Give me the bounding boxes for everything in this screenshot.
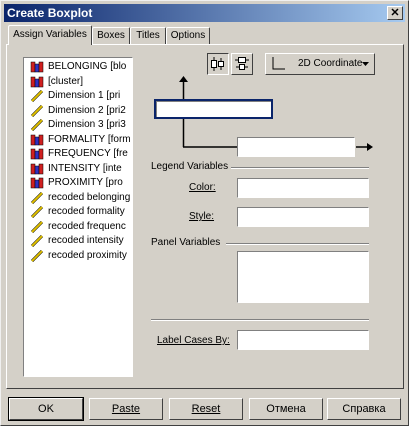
help-button[interactable]: Справка — [327, 398, 401, 420]
tab-boxes[interactable]: Boxes — [92, 27, 130, 44]
panel-variables-label: Panel Variables — [151, 237, 221, 248]
horizontal-boxplot-icon — [235, 57, 249, 70]
variable-label: Dimension 3 [pri3 — [48, 119, 126, 131]
variable-label: FREQUENCY [fre — [48, 148, 128, 160]
variable-label: recoded frequenc — [48, 220, 126, 232]
scale-icon — [30, 104, 44, 117]
y-axis-arrow-icon — [179, 76, 188, 82]
variable-label: Dimension 1 [pri — [48, 90, 121, 102]
variable-label: BELONGING [blo — [48, 61, 127, 73]
tab-assign-variables[interactable]: Assign Variables — [8, 25, 92, 45]
vertical-boxplot-icon — [211, 57, 224, 71]
coordinate-axis-icon — [272, 57, 285, 70]
cancel-button-label: Отмена — [266, 403, 306, 415]
coordinate-value: 2D Coordinate — [298, 58, 363, 69]
label-cases-divider — [151, 319, 369, 321]
scale-icon — [30, 235, 44, 248]
create-boxplot-dialog: Create Boxplot ✕ Assign Variables Boxes … — [0, 0, 409, 426]
list-item[interactable]: INTENSITY [inte — [24, 162, 132, 177]
y-axis-field[interactable] — [154, 99, 273, 119]
x-axis-field[interactable] — [237, 137, 355, 157]
scale-icon — [30, 191, 44, 204]
legend-variables-label: Legend Variables — [151, 161, 229, 172]
chevron-down-icon — [362, 62, 369, 66]
list-item[interactable]: recoded formality — [24, 205, 132, 220]
scale-icon — [30, 206, 44, 219]
tab-label: Titles — [136, 30, 160, 41]
panel-group-divider — [226, 243, 369, 245]
title-bar[interactable]: Create Boxplot ✕ — [4, 4, 405, 22]
nominal-icon — [30, 76, 44, 88]
list-item[interactable]: recoded intensity — [24, 234, 132, 249]
variable-label: INTENSITY [inte — [48, 162, 122, 174]
nominal-icon — [30, 177, 44, 189]
variable-label: Dimension 2 [pri2 — [48, 104, 126, 116]
tab-label: Options — [170, 30, 206, 41]
cancel-button[interactable]: Отмена — [249, 398, 323, 420]
nominal-icon — [30, 163, 44, 175]
x-axis-arrow-icon — [367, 143, 373, 151]
scale-icon — [30, 90, 44, 103]
variable-label: recoded intensity — [48, 235, 124, 247]
tab-titles[interactable]: Titles — [130, 27, 166, 44]
horizontal-boxplot-button[interactable] — [231, 53, 253, 75]
variable-label: PROXIMITY [pro — [48, 177, 123, 189]
window-title: Create Boxplot — [7, 6, 93, 20]
style-field[interactable] — [237, 207, 369, 227]
style-label: Style: — [189, 211, 215, 222]
list-item[interactable]: Dimension 1 [pri — [24, 89, 132, 104]
list-item[interactable]: PROXIMITY [pro — [24, 176, 132, 191]
close-button[interactable]: ✕ — [387, 6, 403, 20]
variable-list[interactable]: BELONGING [blo [cluster] Dimension 1 [pri D… — [23, 57, 133, 377]
color-label: Color: — [189, 182, 216, 193]
ok-button[interactable]: OK — [8, 397, 84, 421]
list-item[interactable]: FREQUENCY [fre — [24, 147, 132, 162]
reset-button-label: Reset — [191, 403, 221, 415]
list-item[interactable]: Dimension 2 [pri2 — [24, 104, 132, 119]
list-item[interactable]: FORMALITY [form — [24, 133, 132, 148]
reset-button[interactable]: Reset — [169, 398, 243, 420]
nominal-icon — [30, 61, 44, 73]
list-item[interactable]: recoded proximity — [24, 249, 132, 264]
tab-label: Boxes — [97, 30, 125, 41]
variable-label: [cluster] — [48, 75, 84, 87]
coordinate-dropdown[interactable]: 2D Coordinate — [265, 53, 375, 75]
scale-icon — [30, 220, 44, 233]
list-item[interactable]: recoded frequenc — [24, 220, 132, 235]
list-item[interactable]: [cluster] — [24, 75, 132, 90]
vertical-boxplot-button[interactable] — [207, 53, 229, 75]
scale-icon — [30, 119, 44, 132]
tab-label: Assign Variables — [13, 29, 87, 40]
variable-label: recoded proximity — [48, 249, 127, 261]
list-item[interactable]: recoded belonging — [24, 191, 132, 206]
variable-label: recoded formality — [48, 206, 125, 218]
ok-button-label: OK — [38, 403, 54, 415]
legend-group-divider — [231, 167, 369, 169]
paste-button[interactable]: Paste — [89, 398, 163, 420]
variable-label: recoded belonging — [48, 191, 131, 203]
scale-icon — [30, 249, 44, 262]
paste-button-label: Paste — [111, 403, 141, 415]
nominal-icon — [30, 134, 44, 146]
variable-label: FORMALITY [form — [48, 133, 131, 145]
list-item[interactable]: BELONGING [blo — [24, 60, 132, 75]
help-button-label: Справка — [342, 403, 386, 415]
label-cases-label: Label Cases By: — [157, 335, 230, 346]
color-field[interactable] — [237, 178, 369, 198]
close-icon: ✕ — [390, 7, 400, 19]
list-item[interactable]: Dimension 3 [pri3 — [24, 118, 132, 133]
label-cases-field[interactable] — [237, 330, 369, 350]
panel-variables-field[interactable] — [237, 251, 369, 303]
nominal-icon — [30, 148, 44, 160]
tab-options[interactable]: Options — [166, 27, 210, 44]
